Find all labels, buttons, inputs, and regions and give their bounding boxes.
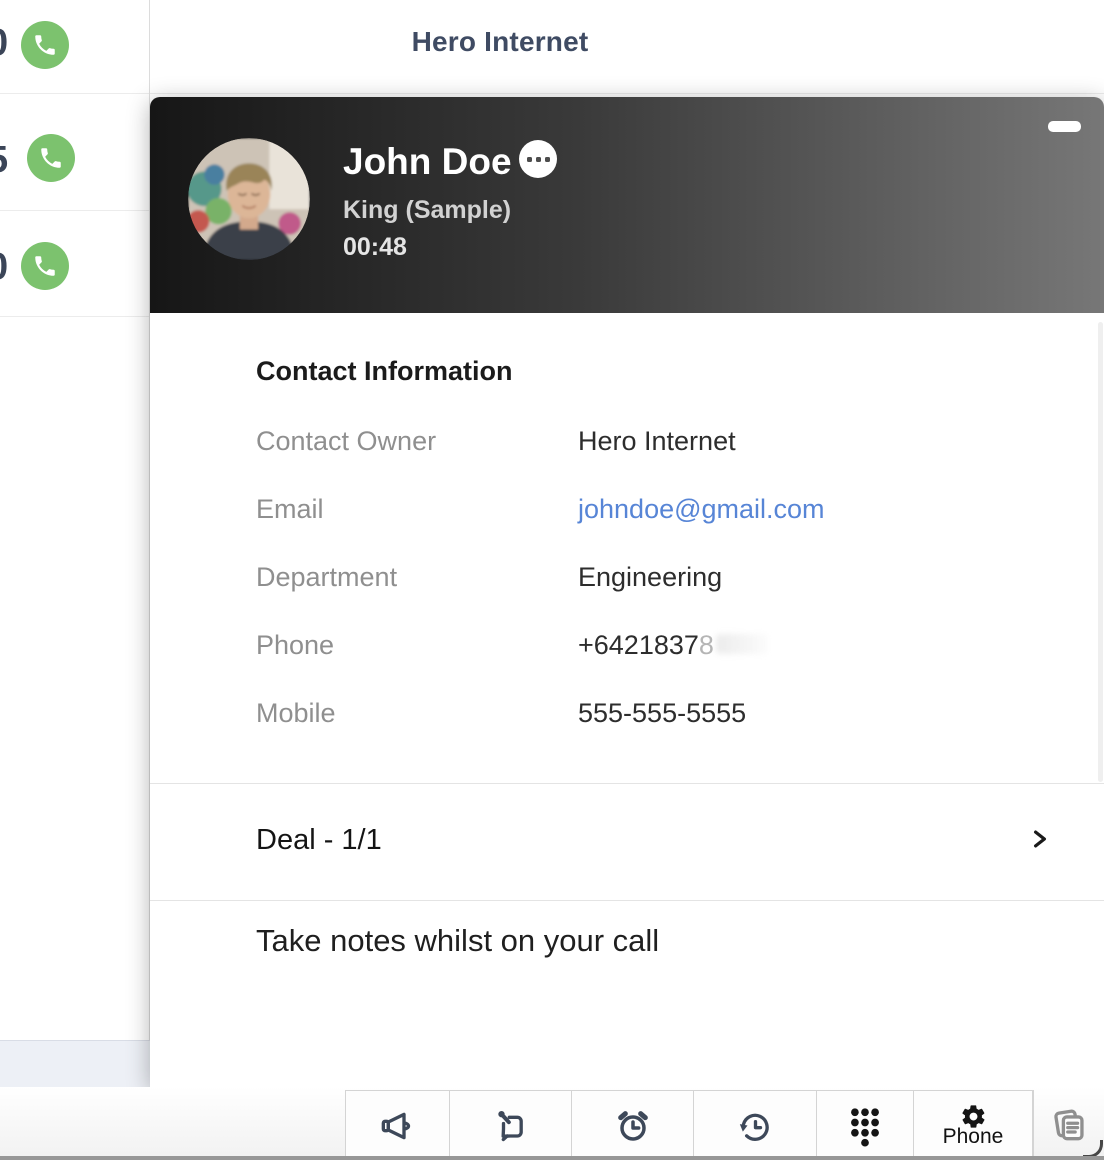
minimize-icon[interactable] xyxy=(1048,121,1081,132)
phone-settings-button[interactable]: Phone xyxy=(913,1090,1033,1160)
list-item: 5 xyxy=(0,139,15,185)
field-value: 555-555-5555 xyxy=(578,698,747,728)
reminder-button[interactable] xyxy=(571,1090,693,1160)
section-divider xyxy=(150,783,1104,784)
call-icon xyxy=(35,35,55,55)
announcements-button[interactable] xyxy=(345,1090,449,1160)
row-separator xyxy=(0,93,1104,94)
ellipsis-icon xyxy=(526,156,532,162)
megaphone-icon xyxy=(381,1112,410,1139)
contact-info-heading: Contact Information xyxy=(256,356,513,386)
toolbar-bottom-border xyxy=(0,1156,1104,1160)
caller-record: King (Sample) xyxy=(343,196,512,224)
dialpad-button[interactable] xyxy=(816,1090,913,1160)
call-icon xyxy=(35,256,55,276)
contact-field-row: Email johndoe@gmail.com xyxy=(256,494,1056,530)
field-value: Hero Internet xyxy=(578,426,736,456)
bottom-toolbar: Phone xyxy=(0,1087,1104,1160)
list-item: 0 xyxy=(0,22,15,68)
history-icon xyxy=(739,1113,769,1141)
call-timer: 00:48 xyxy=(343,233,407,261)
call-button[interactable] xyxy=(27,134,75,182)
field-label: Contact Owner xyxy=(256,426,437,456)
phone-number-fragment: 5 xyxy=(0,139,15,182)
screen: Hero Internet 0 5 0 xyxy=(0,0,1104,1160)
alarm-icon xyxy=(617,1110,648,1141)
call-button[interactable] xyxy=(21,242,69,290)
sticky-note-button[interactable] xyxy=(449,1090,571,1160)
field-label: Email xyxy=(256,494,324,524)
field-label: Mobile xyxy=(256,698,336,728)
section-divider xyxy=(150,900,1104,901)
page-title: Hero Internet xyxy=(411,26,589,57)
chevron-right-icon[interactable] xyxy=(1025,822,1055,856)
pinned-note-icon xyxy=(497,1110,523,1141)
contact-field-row: Contact Owner Hero Internet xyxy=(256,426,1056,462)
redacted-blur xyxy=(715,634,768,654)
phone-number-fragment: 0 xyxy=(0,246,15,289)
row-separator xyxy=(0,316,150,317)
phone-faded-part: 8 xyxy=(698,630,714,660)
call-icon xyxy=(41,148,61,168)
field-value: +64218378 xyxy=(578,630,768,661)
contact-field-row: Department Engineering xyxy=(256,562,1056,598)
dialpad-icon xyxy=(851,1107,879,1147)
call-button[interactable] xyxy=(21,21,69,69)
call-options-button[interactable] xyxy=(519,140,557,178)
field-label: Department xyxy=(256,562,398,592)
field-label: Phone xyxy=(256,630,335,660)
call-card: John Doe King (Sample) 00:48 Contact Inf… xyxy=(150,97,1104,1087)
email-link[interactable]: johndoe@gmail.com xyxy=(578,494,825,525)
contact-field-row: Mobile 555-555-5555 xyxy=(256,698,1056,734)
field-value: Engineering xyxy=(578,562,723,592)
deal-section-label: Deal - 1/1 xyxy=(256,824,382,856)
call-card-header: John Doe King (Sample) 00:48 xyxy=(150,97,1104,313)
toolbar-cells: Phone xyxy=(345,1090,1033,1160)
row-separator xyxy=(0,210,150,211)
list-footer-row xyxy=(0,1040,150,1087)
phone-number-fragment: 0 xyxy=(0,22,15,65)
phone-settings-label: Phone xyxy=(942,1124,1004,1148)
phone-visible-part: +6421837 xyxy=(578,630,699,660)
contact-field-row: Phone +64218378 xyxy=(256,630,1056,666)
call-history-button[interactable] xyxy=(693,1090,816,1160)
scrollbar[interactable] xyxy=(1098,322,1103,782)
avatar xyxy=(188,138,310,260)
caller-name: John Doe xyxy=(343,141,512,182)
notes-input[interactable]: Take notes whilst on your call xyxy=(256,923,659,959)
list-item: 0 xyxy=(0,246,15,292)
